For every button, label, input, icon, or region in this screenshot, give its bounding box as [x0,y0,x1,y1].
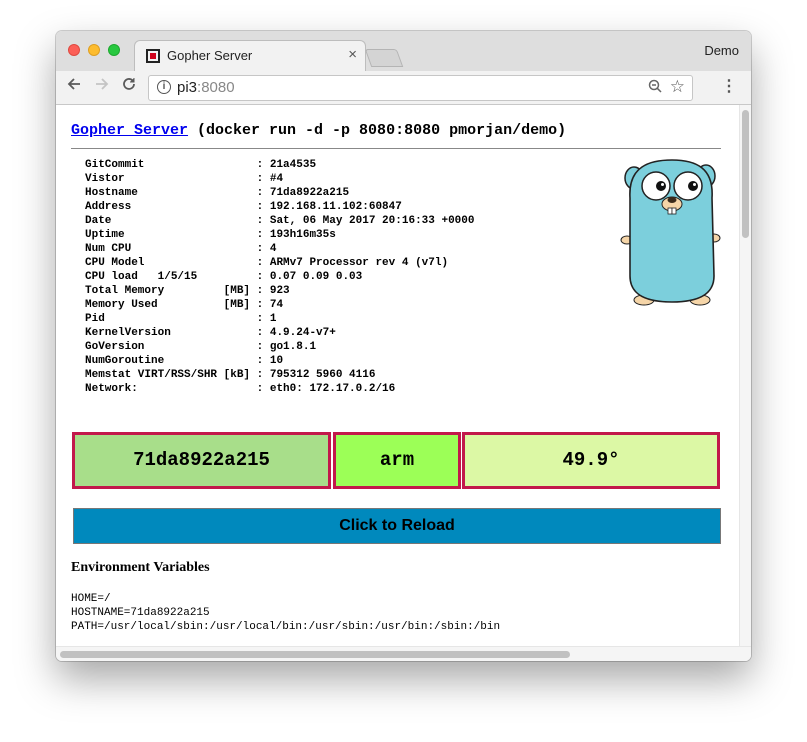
info-key: KernelVersion [85,327,257,339]
info-row: Date : Sat, 06 May 2017 20:16:33 +0000 [85,214,474,228]
info-row: NumGoroutine : 10 [85,354,474,368]
horizontal-scrollbar[interactable] [56,646,751,661]
info-value: : 71da8922a215 [256,187,350,199]
info-row: Network: : eth0: 172.17.0.2/16 [85,382,474,396]
info-value: : 4 [256,243,277,255]
page-content: Gopher Server (docker run -d -p 8080:808… [56,105,739,646]
info-value: : 193h16m35s [256,229,336,241]
info-key: Hostname [85,187,257,199]
reload-icon [123,78,135,90]
star-icon[interactable]: ☆ [670,77,685,97]
arrow-left-icon [67,78,80,90]
info-key: Total Memory [MB] [85,285,257,297]
temperature-box: 49.9° [462,432,720,489]
env-variable: HOME=/ [71,593,111,605]
info-row: Address : 192.168.11.102:60847 [85,200,474,214]
arrow-right-icon [96,78,109,90]
gopher-mascot-icon [620,159,721,306]
info-value: : eth0: 172.17.0.2/16 [256,383,396,395]
info-value: : 1 [256,313,277,325]
info-value: : go1.8.1 [256,341,317,353]
info-key: Memory Used [MB] [85,299,257,311]
info-row: CPU load 1/5/15 : 0.07 0.09 0.03 [85,270,474,284]
info-key: GoVersion [85,341,257,353]
info-value: : #4 [256,173,284,185]
reload-page-button[interactable]: Click to Reload [73,508,721,544]
tab-title: Gopher Server [167,48,253,63]
reload-button[interactable] [121,76,137,97]
info-row: Pid : 1 [85,312,474,326]
info-row: CPU Model : ARMv7 Processor rev 4 (v7l) [85,256,474,270]
page-title: Gopher Server (docker run -d -p 8080:808… [71,122,566,139]
info-key: Uptime [85,229,257,241]
vertical-scrollbar[interactable] [739,105,751,646]
browser-tab[interactable]: Gopher Server × [134,40,366,71]
info-row: Vistor : #4 [85,172,474,186]
tab-close-button[interactable]: × [348,46,357,63]
info-key: NumGoroutine [85,355,257,367]
env-variable: HOSTNAME=71da8922a215 [71,607,210,619]
browser-toolbar: i pi3:8080 ☆ ⋮ [56,71,751,105]
info-key: Num CPU [85,243,257,255]
minimize-window-button[interactable] [88,44,100,56]
info-value: : 74 [256,299,284,311]
maximize-window-button[interactable] [108,44,120,56]
info-key: Vistor [85,173,257,185]
env-section-title: Environment Variables [71,560,210,575]
vertical-scrollbar-thumb[interactable] [742,110,749,238]
arch-box: arm [333,432,461,489]
system-info-table: GitCommit : 21a4535 Vistor : #4 Hostname :… [85,158,474,396]
info-key: Pid [85,313,257,325]
info-value: : 10 [256,355,284,367]
env-variable: PATH=/usr/local/sbin:/usr/local/bin:/usr… [71,621,501,633]
info-value: : 21a4535 [256,159,317,171]
info-row: Hostname : 71da8922a215 [85,186,474,200]
info-key: CPU Model [85,257,257,269]
divider [71,148,721,149]
profile-name[interactable]: Demo [704,43,739,58]
zoom-out-icon[interactable] [648,79,662,96]
info-key: Memstat VIRT/RSS/SHR [kB] [85,369,257,381]
info-key: GitCommit [85,159,257,171]
address-bar[interactable]: i pi3:8080 ☆ [148,75,693,101]
info-key: Address [85,201,257,213]
info-row: Memstat VIRT/RSS/SHR [kB] : 795312 5960 … [85,368,474,382]
page-title-command: (docker run -d -p 8080:8080 pmorjan/demo… [188,122,567,139]
back-button[interactable] [66,76,82,97]
info-row: GitCommit : 21a4535 [85,158,474,172]
forward-button[interactable] [94,76,110,97]
info-value: : 923 [256,285,290,297]
url-text[interactable]: pi3:8080 [177,79,235,96]
gopher-server-link[interactable]: Gopher Server [71,122,188,139]
info-key: Network: [85,383,257,395]
info-row: Total Memory [MB] : 923 [85,284,474,298]
info-value: : 795312 5960 4116 [256,369,376,381]
info-row: Num CPU : 4 [85,242,474,256]
close-window-button[interactable] [68,44,80,56]
info-icon[interactable]: i [157,80,171,94]
browser-window: Gopher Server × Demo i pi3:8080 ☆ ⋮ Goph… [56,31,751,661]
info-row: KernelVersion : 4.9.24-v7+ [85,326,474,340]
info-key: Date [85,215,257,227]
hostname-box: 71da8922a215 [72,432,331,489]
env-variables-list: HOME=/ HOSTNAME=71da8922a215 PATH=/usr/loc… [71,592,500,634]
info-row: Memory Used [MB] : 74 [85,298,474,312]
info-value: : 0.07 0.09 0.03 [256,271,363,283]
info-value: : Sat, 06 May 2017 20:16:33 +0000 [256,215,475,227]
info-row: Uptime : 193h16m35s [85,228,474,242]
info-value: : ARMv7 Processor rev 4 (v7l) [256,257,449,269]
title-bar: Gopher Server × Demo [56,31,751,71]
horizontal-scrollbar-thumb[interactable] [60,651,570,658]
new-tab-button[interactable] [364,49,404,67]
info-value: : 192.168.11.102:60847 [256,201,402,213]
favicon-icon [146,49,160,63]
kebab-menu-icon[interactable]: ⋮ [721,76,737,96]
info-key: CPU load 1/5/15 [85,271,257,283]
info-row: GoVersion : go1.8.1 [85,340,474,354]
info-value: : 4.9.24-v7+ [256,327,336,339]
